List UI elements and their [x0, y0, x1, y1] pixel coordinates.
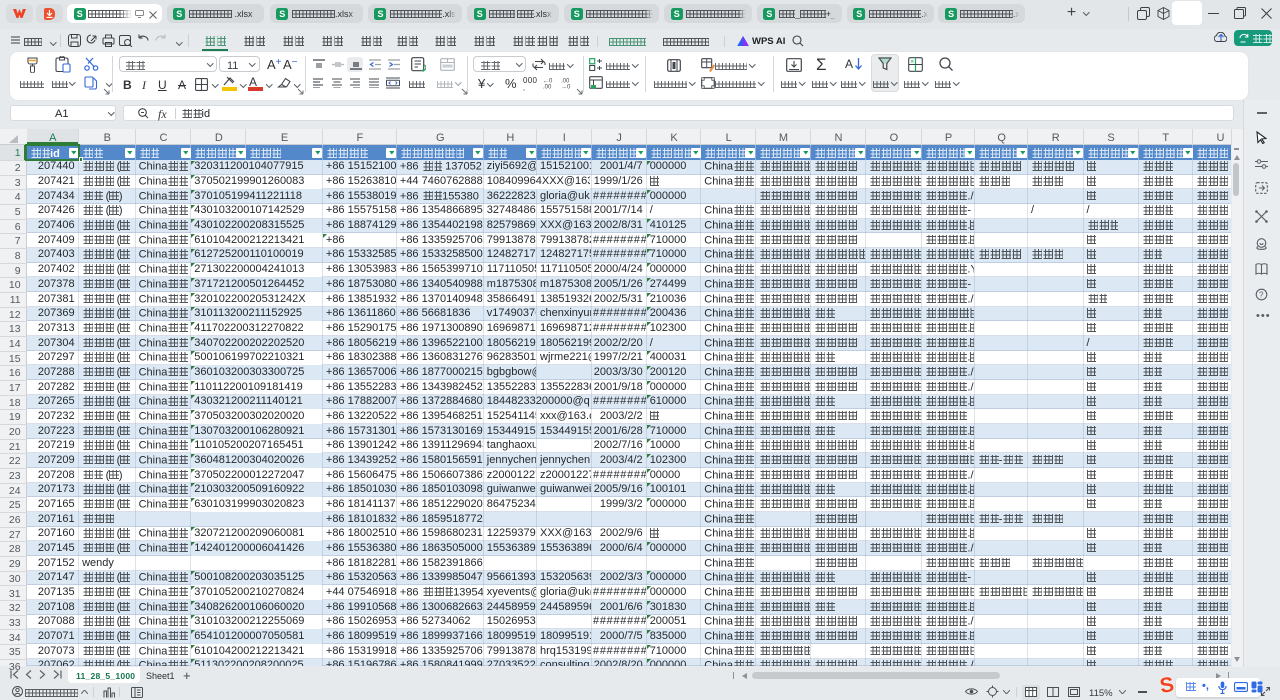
svg-text:?: ? — [1259, 290, 1264, 299]
svg-text:→0: →0 — [561, 85, 571, 90]
svg-text:.00: .00 — [543, 85, 552, 90]
